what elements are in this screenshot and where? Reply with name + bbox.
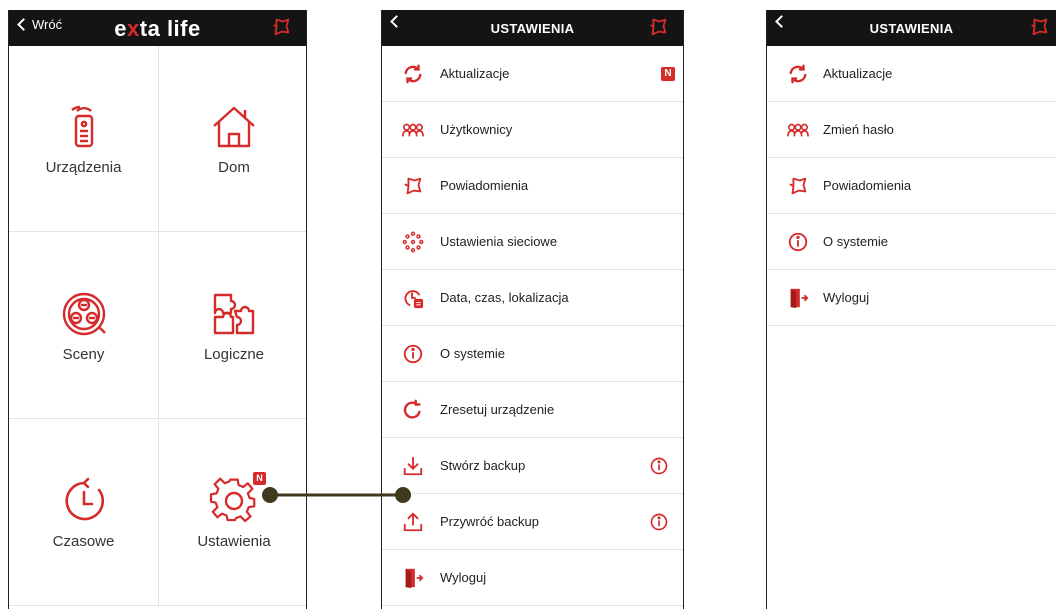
settings-item[interactable]: Przywróć backup: [382, 494, 683, 550]
new-badge: N: [661, 67, 675, 81]
settings-item-label: Zmień hasło: [823, 122, 894, 137]
page-title: USTAWIENIA: [869, 21, 954, 36]
settings-item-label: Zresetuj urządzenie: [440, 402, 555, 417]
settings-item[interactable]: Powiadomienia: [382, 158, 683, 214]
top-bar: Wróć exta life: [9, 10, 306, 46]
settings-list: Aktualizacje N Użytkownicy Powiadomienia Ust…: [382, 46, 683, 606]
tile-4[interactable]: Logiczne: [159, 233, 306, 419]
settings-item-label: Wyloguj: [440, 570, 487, 585]
tile-3[interactable]: Sceny: [9, 233, 159, 419]
upload-icon: [402, 511, 424, 533]
settings-item-label: Przywróć backup: [440, 514, 539, 529]
gear-icon: [209, 476, 259, 526]
remote-icon: [59, 102, 109, 152]
settings-screen-reduced: USTAWIENIA Aktualizacje Zmień hasło Powiad…: [766, 10, 1056, 609]
settings-item-label: Aktualizacje: [440, 66, 510, 81]
tile-label: Dom: [218, 159, 250, 176]
top-bar: USTAWIENIA: [767, 10, 1056, 46]
page-title: USTAWIENIA: [490, 21, 575, 36]
settings-item[interactable]: Wyloguj: [767, 270, 1056, 326]
clock-calendar-icon: [402, 287, 424, 309]
puzzle-icon: [209, 289, 259, 339]
download-icon: [402, 455, 424, 477]
reset-icon: [402, 399, 424, 421]
info-icon: [402, 343, 424, 365]
settings-item[interactable]: Data, czas, lokalizacja: [382, 270, 683, 326]
settings-item-label: Ustawienia sieciowe: [440, 234, 558, 249]
tile-label: Urządzenia: [45, 159, 122, 176]
network-icon: [402, 231, 424, 253]
main-menu-screen: Wróć exta life Urządzenia Dom Sceny Logiczn…: [8, 10, 307, 609]
bell-icon[interactable]: [1028, 16, 1050, 38]
house-icon: [209, 102, 259, 152]
tile-label: Ustawienia: [197, 533, 271, 550]
tile-grid: Urządzenia Dom Sceny Logiczne Czasowe N Ustawi…: [9, 46, 306, 609]
settings-item-label: Stwórz backup: [440, 458, 526, 473]
app-logo: exta life: [114, 16, 201, 41]
info-icon: [787, 231, 809, 253]
tile-label: Logiczne: [203, 346, 265, 363]
new-badge: N: [253, 472, 266, 485]
settings-item[interactable]: Aktualizacje N: [382, 46, 683, 102]
tile-5[interactable]: Czasowe: [9, 420, 159, 606]
settings-item[interactable]: Wyloguj: [382, 550, 683, 606]
settings-item-label: Aktualizacje: [823, 66, 893, 81]
settings-item[interactable]: Stwórz backup: [382, 438, 683, 494]
scenes-icon: [59, 289, 109, 339]
settings-screen-full: USTAWIENIA Aktualizacje N Użytkownicy Powia…: [381, 10, 684, 609]
tile-label: Czasowe: [52, 533, 115, 550]
settings-item-label: Wyloguj: [823, 290, 870, 305]
tile-6[interactable]: N Ustawienia: [159, 420, 306, 606]
tile-1[interactable]: Urządzenia: [9, 46, 159, 232]
users-icon: [402, 119, 424, 141]
tile-label: Sceny: [62, 346, 105, 363]
settings-item[interactable]: Zmień hasło: [767, 102, 1056, 158]
settings-item[interactable]: O systemie: [767, 214, 1056, 270]
info-icon[interactable]: [649, 456, 669, 476]
settings-item-label: Powiadomienia: [440, 178, 529, 193]
bell-icon[interactable]: [270, 16, 292, 38]
settings-list: Aktualizacje Zmień hasło Powiadomienia O sy…: [767, 46, 1056, 326]
settings-item[interactable]: Aktualizacje: [767, 46, 1056, 102]
settings-item-label: Data, czas, lokalizacja: [440, 290, 569, 305]
settings-item-label: O systemie: [440, 346, 506, 361]
refresh-icon: [402, 63, 424, 85]
top-bar: USTAWIENIA: [382, 10, 683, 46]
logout-icon: [402, 567, 424, 589]
bell-icon[interactable]: [647, 16, 669, 38]
info-icon[interactable]: [649, 512, 669, 532]
settings-item[interactable]: O systemie: [382, 326, 683, 382]
bell-icon: [402, 175, 424, 197]
logout-icon: [787, 287, 809, 309]
refresh-icon: [787, 63, 809, 85]
bell-icon: [787, 175, 809, 197]
users-icon: [787, 119, 809, 141]
settings-item-label: Użytkownicy: [440, 122, 513, 137]
settings-item[interactable]: Ustawienia sieciowe: [382, 214, 683, 270]
settings-item[interactable]: Powiadomienia: [767, 158, 1056, 214]
settings-item[interactable]: Użytkownicy: [382, 102, 683, 158]
tile-2[interactable]: Dom: [159, 46, 306, 232]
settings-item-label: Powiadomienia: [823, 178, 912, 193]
settings-item[interactable]: Zresetuj urządzenie: [382, 382, 683, 438]
settings-item-label: O systemie: [823, 234, 889, 249]
timer-icon: [59, 476, 109, 526]
